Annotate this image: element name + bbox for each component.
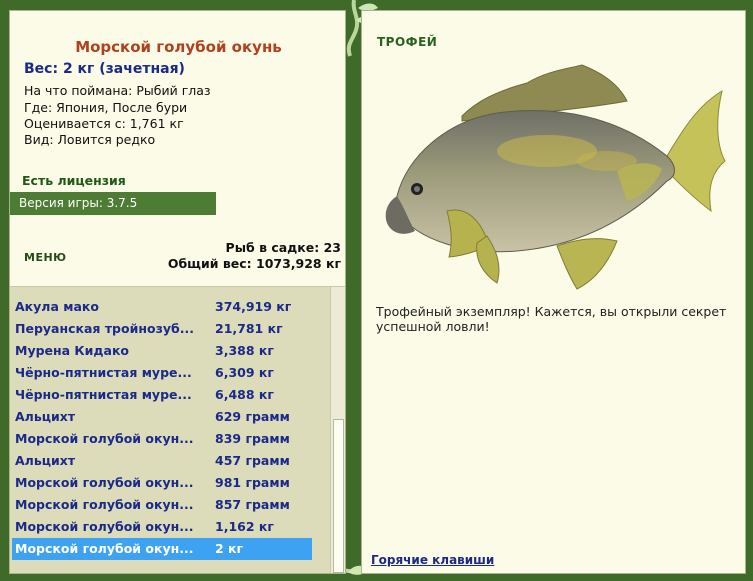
list-item-weight: 457 грамм <box>215 453 290 468</box>
license-status: Есть лицензия <box>22 173 126 188</box>
fish-bait: На что поймана: Рыбий глаз <box>24 83 211 98</box>
menu-button[interactable]: МЕНЮ <box>24 251 67 264</box>
fish-info-panel: Морской голубой окунь Вес: 2 кг (зачетна… <box>9 10 346 574</box>
trophy-message: Трофейный экземпляр! Кажется, вы открыли… <box>376 304 727 334</box>
list-item-name: Альцихт <box>15 409 76 424</box>
fish-title: Морской голубой окунь <box>75 38 282 56</box>
list-item[interactable]: Морской голубой окун... 857 грамм <box>12 494 312 516</box>
list-item[interactable]: Морской голубой окун... 839 грамм <box>12 428 312 450</box>
version-bar: Версия игры: 3.7.5 <box>10 192 216 215</box>
fish-image <box>385 64 726 290</box>
list-item-name: Акула мако <box>15 299 99 314</box>
list-item[interactable]: Альцихт 457 грамм <box>12 450 312 472</box>
list-item[interactable]: Альцихт 629 грамм <box>12 406 312 428</box>
list-item-weight: 981 грамм <box>215 475 290 490</box>
list-item-weight: 857 грамм <box>215 497 290 512</box>
list-item[interactable]: Акула мако 374,919 кг <box>12 296 312 318</box>
catch-list[interactable]: Акула мако 374,919 кг Перуанская тройнозуб… <box>10 286 345 573</box>
fish-location: Где: Япония, После бури <box>24 100 188 115</box>
keepnet-count: Рыб в садке: 23 <box>225 240 341 255</box>
list-item-name: Морской голубой окун... <box>15 431 194 446</box>
list-item[interactable]: Морской голубой окун... 1,162 кг <box>12 516 312 538</box>
list-item-weight: 3,388 кг <box>215 343 274 358</box>
list-item[interactable]: Чёрно-пятнистая муре... 6,309 кг <box>12 362 312 384</box>
list-item-name: Морской голубой окун... <box>15 541 194 556</box>
list-item-name: Морской голубой окун... <box>15 475 194 490</box>
keepnet-total-weight: Общий вес: 1073,928 кг <box>167 256 341 271</box>
list-item-weight: 839 грамм <box>215 431 290 446</box>
list-item[interactable]: Чёрно-пятнистая муре... 6,488 кг <box>12 384 312 406</box>
list-item-weight: 6,488 кг <box>215 387 274 402</box>
list-item-weight: 21,781 кг <box>215 321 283 336</box>
list-item-name: Чёрно-пятнистая муре... <box>15 387 192 402</box>
list-item[interactable]: Морской голубой окун... 981 грамм <box>12 472 312 494</box>
list-item-name: Мурена Кидако <box>15 343 130 358</box>
list-scrollbar[interactable] <box>330 287 345 573</box>
list-item-name: Морской голубой окун... <box>15 497 194 512</box>
fish-weight: Вес: 2 кг (зачетная) <box>24 61 185 77</box>
list-item-weight: 2 кг <box>215 541 244 556</box>
list-item[interactable]: Морской голубой окун... 2 кг <box>12 538 312 560</box>
list-item-name: Перуанская тройнозуб... <box>15 321 194 336</box>
list-item-weight: 629 грамм <box>215 409 290 424</box>
fish-rarity: Вид: Ловится редко <box>24 132 156 147</box>
list-item-name: Альцихт <box>15 453 76 468</box>
trophy-panel: ТРОФЕЙ Трофейный экземпляр! Кажется, вы … <box>361 10 746 574</box>
list-item-weight: 374,919 кг <box>215 299 292 314</box>
scroll-thumb[interactable] <box>333 419 344 573</box>
app-frame: Морской голубой окунь Вес: 2 кг (зачетна… <box>0 0 753 581</box>
list-item-name: Морской голубой окун... <box>15 519 194 534</box>
list-item-name: Чёрно-пятнистая муре... <box>15 365 192 380</box>
list-item[interactable]: Мурена Кидако 3,388 кг <box>12 340 312 362</box>
fish-value: Оценивается с: 1,761 кг <box>24 116 184 131</box>
list-item-weight: 1,162 кг <box>215 519 274 534</box>
list-item-weight: 6,309 кг <box>215 365 274 380</box>
list-item[interactable]: Перуанская тройнозуб... 21,781 кг <box>12 318 312 340</box>
hotkeys-link[interactable]: Горячие клавиши <box>371 553 494 567</box>
trophy-label: ТРОФЕЙ <box>377 35 438 49</box>
